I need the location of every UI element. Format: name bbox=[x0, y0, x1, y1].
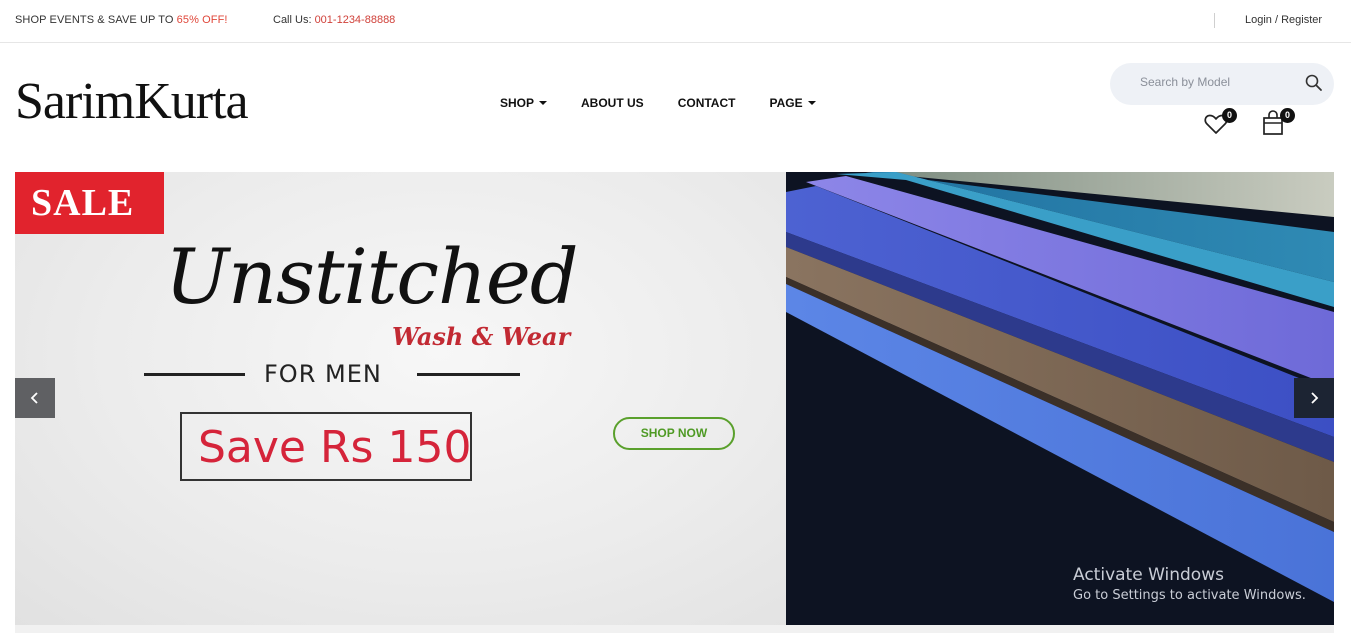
nav-item-about-us[interactable]: ABOUT US bbox=[581, 96, 644, 110]
banner-subheadline: Wash & Wear bbox=[392, 322, 571, 351]
hero-slider: SALE Unstitched Wash & Wear FOR MEN Save… bbox=[15, 172, 1334, 625]
call-us: Call Us: 001-1234-88888 bbox=[273, 14, 395, 26]
caret-down-icon bbox=[539, 101, 548, 105]
nav-item-shop[interactable]: SHOP bbox=[500, 96, 548, 110]
divider-line-right bbox=[417, 373, 520, 376]
shop-now-button[interactable]: SHOP NOW bbox=[613, 417, 735, 450]
search-bar bbox=[1110, 63, 1334, 105]
search-input[interactable] bbox=[1140, 75, 1290, 89]
caret-down-icon bbox=[807, 101, 816, 105]
divider-line-left bbox=[144, 373, 245, 376]
chevron-right-icon bbox=[1311, 392, 1319, 404]
cart-button[interactable]: 0 bbox=[1261, 108, 1295, 137]
login-register: Login / Register bbox=[1245, 14, 1322, 26]
divider bbox=[1214, 13, 1215, 28]
offer-prefix: Save Rs bbox=[198, 422, 388, 473]
section-divider bbox=[15, 625, 1334, 633]
main-nav: SHOP ABOUT US CONTACT PAGE bbox=[500, 96, 850, 110]
watermark-title: Activate Windows bbox=[1073, 565, 1224, 585]
nav-label: ABOUT US bbox=[581, 96, 644, 110]
banner-headline: Unstitched bbox=[165, 232, 579, 321]
wishlist-count-badge: 0 bbox=[1222, 108, 1237, 123]
slider-prev-button[interactable] bbox=[15, 378, 55, 418]
fabric-illustration bbox=[786, 172, 1334, 625]
fabric-image bbox=[786, 172, 1334, 625]
promo-text: SHOP EVENTS & SAVE UP TO 65% OFF! bbox=[15, 14, 228, 26]
wishlist-button[interactable]: 0 bbox=[1203, 108, 1237, 137]
watermark-subtitle: Go to Settings to activate Windows. bbox=[1073, 588, 1306, 603]
search-icon[interactable] bbox=[1304, 73, 1324, 93]
offer-box: Save Rs 150 bbox=[180, 412, 472, 481]
banner-left-panel: SALE Unstitched Wash & Wear FOR MEN Save… bbox=[15, 172, 786, 625]
nav-label: CONTACT bbox=[677, 96, 736, 110]
site-logo[interactable]: SarimKurta bbox=[15, 72, 249, 132]
chevron-left-icon bbox=[30, 392, 38, 404]
promo-highlight: 65% OFF! bbox=[176, 14, 228, 26]
slider-next-button[interactable] bbox=[1294, 378, 1334, 418]
cart-count-badge: 0 bbox=[1280, 108, 1295, 123]
windows-activation-watermark: Activate Windows Go to Settings to activ… bbox=[1073, 565, 1306, 603]
top-bar: SHOP EVENTS & SAVE UP TO 65% OFF! Call U… bbox=[0, 0, 1351, 43]
call-number[interactable]: 001-1234-88888 bbox=[315, 14, 396, 26]
nav-label: SHOP bbox=[500, 96, 535, 110]
call-label: Call Us: bbox=[273, 14, 315, 26]
offer-amount: 150 bbox=[387, 422, 472, 473]
banner-audience: FOR MEN bbox=[264, 360, 382, 388]
offer-text: Save Rs 150 bbox=[198, 422, 471, 473]
nav-label: PAGE bbox=[769, 96, 803, 110]
nav-item-page[interactable]: PAGE bbox=[769, 96, 816, 110]
nav-item-contact[interactable]: CONTACT bbox=[678, 96, 736, 110]
promo-prefix: SHOP EVENTS & SAVE UP TO bbox=[15, 14, 177, 26]
sale-badge: SALE bbox=[15, 172, 164, 234]
login-register-link[interactable]: Login / Register bbox=[1245, 14, 1322, 26]
